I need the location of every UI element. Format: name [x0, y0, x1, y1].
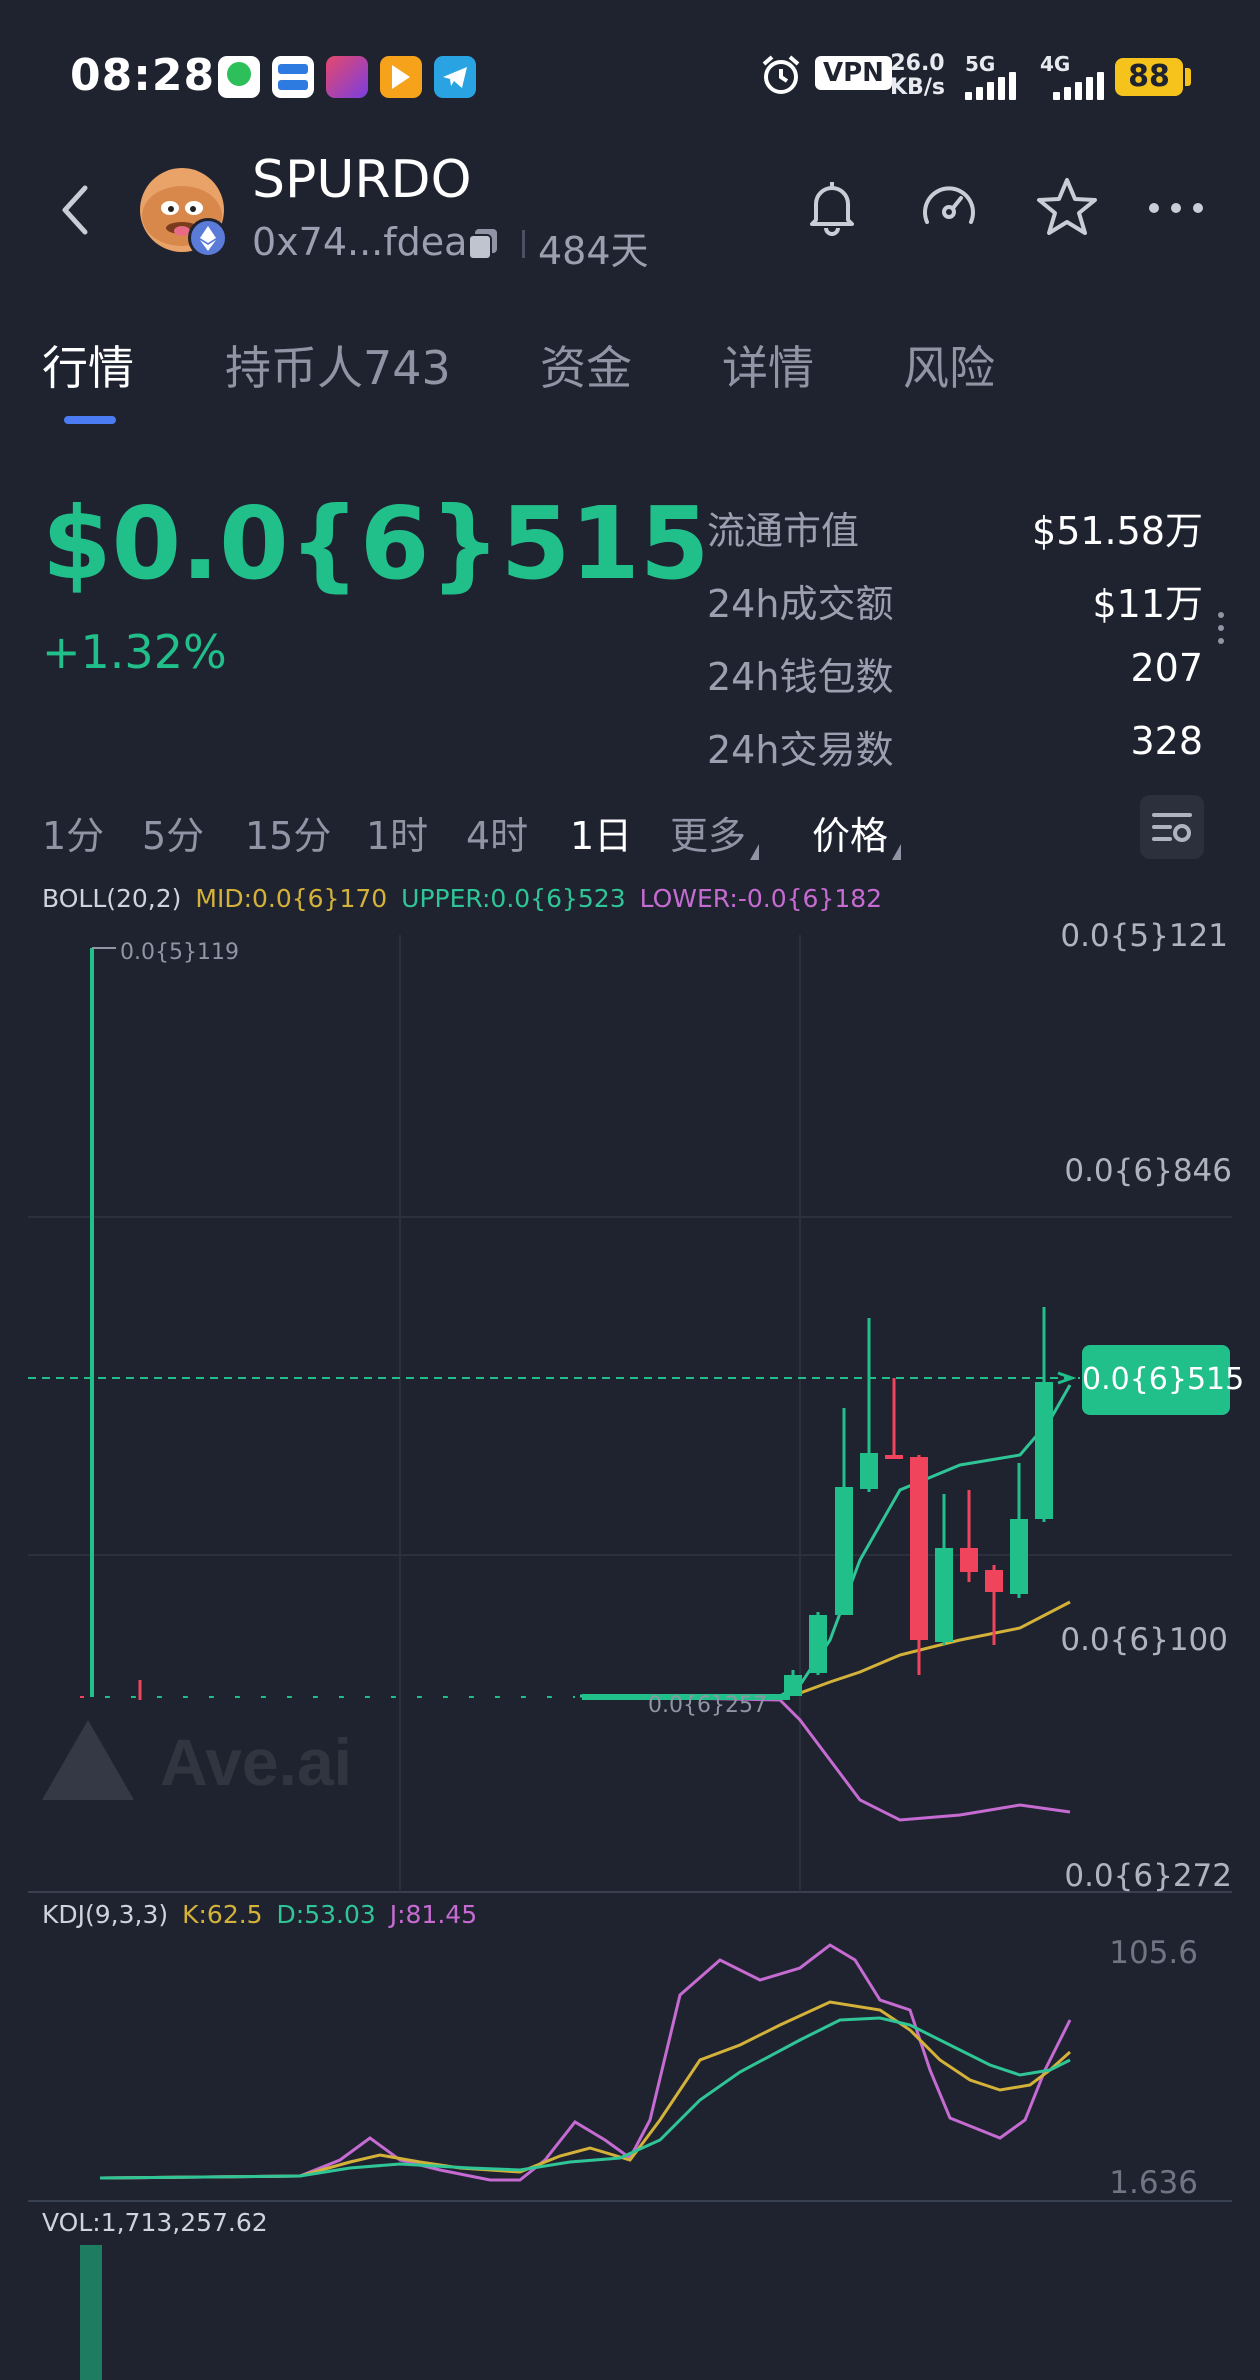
chart-type-dropdown[interactable]: 价格: [812, 805, 902, 860]
header-separator: [522, 230, 525, 258]
kdj-legend: KDJ(9,3,3) K:62.5 D:53.03 J:81.45: [42, 1900, 477, 1929]
price-chart[interactable]: Ave.ai 0.0{5}119 0.0{6}257: [0, 900, 1260, 1900]
bell-icon[interactable]: [796, 172, 868, 244]
star-favorite-icon[interactable]: [1031, 172, 1103, 244]
copy-icon[interactable]: [465, 225, 501, 261]
speed-value: 26.0: [890, 51, 945, 76]
network-speed: 26.0 KB/s: [890, 52, 945, 100]
speedometer-icon[interactable]: [913, 172, 985, 244]
status-time: 08:28: [70, 50, 216, 101]
speed-unit: KB/s: [890, 75, 945, 100]
tab-funds[interactable]: 资金: [540, 332, 632, 398]
price-label: 价格: [812, 814, 889, 858]
watermark-text: Ave.ai: [160, 1725, 352, 1799]
max-price-label: 0.0{5}119: [120, 940, 239, 965]
price-axis-label-2: 0.0{6}846: [1064, 1153, 1232, 1189]
back-arrow-icon[interactable]: [55, 180, 95, 240]
stat-label-trades: 24h交易数: [707, 728, 894, 772]
timeframe-15m[interactable]: 15分: [245, 805, 331, 860]
dropdown-triangle-icon: [892, 844, 902, 860]
stat-label-market-cap: 流通市值: [707, 509, 860, 553]
stat-value-market-cap: $51.58万: [1032, 509, 1203, 553]
price-axis-label-3: 0.0{6}100: [1060, 1622, 1228, 1658]
timeframe-5m[interactable]: 5分: [142, 805, 204, 860]
vpn-badge: VPN: [815, 56, 892, 90]
signal-bars-1-icon: [965, 72, 1020, 100]
kdj-separator: [28, 2200, 1232, 2202]
dropdown-triangle-icon: [750, 844, 760, 860]
token-age: 484天: [538, 229, 649, 273]
contract-address[interactable]: 0x74...fdea: [252, 220, 467, 264]
kdj-j-line: [99, 1943, 1072, 2182]
more-label: 更多: [670, 814, 747, 858]
timeframe-more-dropdown[interactable]: 更多: [670, 805, 760, 860]
tab-market[interactable]: 行情: [42, 332, 134, 398]
kdj-d-line: [99, 2016, 1071, 2180]
ave-watermark-logo: [42, 1720, 134, 1800]
min-price-label: 0.0{6}257: [648, 1693, 767, 1718]
ethereum-chain-icon: [188, 218, 228, 258]
telegram-icon: [434, 56, 476, 98]
stat-label-volume: 24h成交额: [707, 582, 894, 626]
signal-bars-2-icon: [1053, 72, 1108, 100]
timeframe-4h[interactable]: 4时: [466, 805, 528, 860]
app-icon-4: [380, 56, 422, 98]
recent-candles: [784, 1307, 1053, 1696]
volume-bar: [80, 2245, 102, 2380]
tab-risk[interactable]: 风险: [903, 332, 995, 398]
kdj-k: K:62.5: [182, 1900, 263, 1929]
volume-label: VOL:1,713,257.62: [42, 2208, 268, 2237]
tab-holders[interactable]: 持币人743: [225, 332, 451, 398]
kdj-d: D:53.03: [276, 1900, 376, 1929]
stat-value-trades: 328: [1130, 719, 1203, 763]
kdj-chart[interactable]: [0, 1930, 1260, 2210]
timeframe-1m[interactable]: 1分: [42, 805, 104, 860]
more-options-icon[interactable]: [1140, 172, 1212, 244]
chart-settings-icon: [1152, 813, 1192, 842]
kdj-j: J:81.45: [389, 1900, 478, 1929]
price-axis-label-4: 0.0{6}272: [1064, 1858, 1232, 1894]
timeframe-1d[interactable]: 1日: [570, 805, 632, 860]
stat-value-volume: $11万: [1092, 582, 1203, 626]
price-change: +1.32%: [42, 625, 227, 679]
tab-details[interactable]: 详情: [722, 332, 814, 398]
current-price: $0.0{6}515: [42, 485, 710, 602]
app-icon-2: [272, 56, 314, 98]
battery-level: 88: [1115, 58, 1183, 96]
status-bar: 08:28 VPN 26.0 KB/s 5G 4G 88: [0, 0, 1260, 160]
stats-more-icon[interactable]: [1218, 612, 1224, 651]
current-price-tag: 0.0{6}515: [1082, 1345, 1244, 1415]
kdj-k-line: [99, 2000, 1072, 2180]
app-icon-3: [326, 56, 368, 98]
stat-value-wallets: 207: [1130, 646, 1203, 690]
chart-settings-button[interactable]: [1140, 795, 1204, 859]
timeframe-1h[interactable]: 1时: [366, 805, 428, 860]
active-tab-indicator: [64, 416, 116, 424]
coin-name: SPURDO: [252, 150, 472, 210]
stat-label-wallets: 24h钱包数: [707, 655, 894, 699]
alarm-icon: [762, 55, 800, 94]
app-icon-1: [218, 56, 260, 98]
kdj-name: KDJ(9,3,3): [42, 1900, 169, 1929]
price-axis-label-1: 0.0{5}121: [1060, 918, 1228, 954]
battery-nub: [1185, 68, 1191, 86]
